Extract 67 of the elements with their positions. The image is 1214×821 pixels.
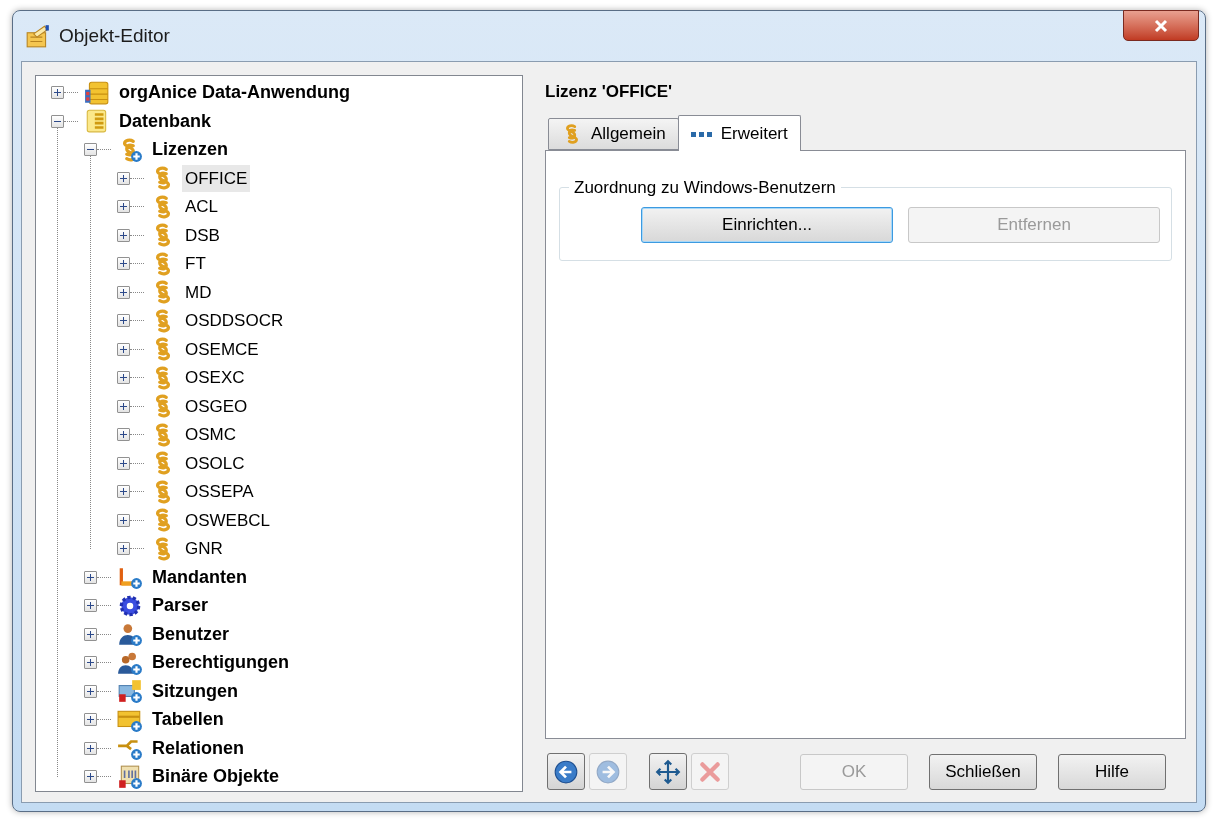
tree-item[interactable]: FT [182,250,209,278]
move-icon [655,758,681,785]
expander-icon[interactable] [117,542,130,556]
user-add-icon [117,621,143,648]
tree-item[interactable]: Sitzungen [149,676,241,706]
tree-item[interactable]: GNR [182,535,226,563]
expander-icon[interactable] [117,342,130,356]
dialog-button[interactable]: Schließen [929,753,1037,790]
close-icon [1153,18,1169,33]
tab[interactable]: Allgemein [548,118,679,150]
expander-icon[interactable] [84,627,97,641]
expander-icon[interactable] [84,143,97,157]
expander-icon[interactable] [117,228,130,242]
expander-icon[interactable] [84,656,97,670]
expander-icon[interactable] [84,713,97,727]
dots-icon [690,129,713,138]
expander-icon[interactable] [84,770,97,784]
table-list-icon [84,79,110,106]
expander-icon[interactable] [51,86,64,100]
tree-item[interactable]: OSDDSOCR [182,307,287,335]
expander-icon[interactable] [84,741,97,755]
expander-icon[interactable] [117,428,130,442]
tree-item[interactable]: orgAnice Data-Anwendung [116,78,353,108]
tree-item[interactable]: DSB [182,221,223,249]
tree-item[interactable]: MD [182,278,215,306]
toolbar-button[interactable] [547,753,585,790]
tab[interactable]: Erweitert [677,115,801,151]
expander-icon[interactable] [117,200,130,214]
tree-item[interactable]: Binäre Objekte [149,762,283,791]
tree-item[interactable]: OSGEO [182,392,251,420]
expander-icon[interactable] [51,114,64,128]
session-add-icon [117,678,143,705]
tree-item[interactable]: OSEMCE [182,335,262,363]
tree-item[interactable]: Benutzer [149,619,232,649]
tree-item[interactable]: OSMC [182,421,239,449]
expander-icon[interactable] [117,456,130,470]
dialog-button[interactable]: Hilfe [1058,753,1166,790]
tree-item[interactable]: Parser [149,591,212,621]
expander-icon[interactable] [84,570,97,584]
tree-item[interactable]: Tabellen [149,705,227,735]
close-button[interactable] [1123,10,1199,41]
expander-icon[interactable] [84,599,97,613]
expander-icon[interactable] [117,257,130,271]
tree-item[interactable]: OFFICE [182,164,251,192]
tree-item[interactable]: Datenbank [116,106,215,136]
tree-item[interactable]: OSOLC [182,449,248,477]
tree-item[interactable]: Lizenzen [149,135,231,165]
toolbar-button[interactable] [649,753,687,790]
tree-item[interactable]: OSSEPA [182,478,257,506]
tree-item[interactable]: OSWEBCL [182,506,274,534]
expander-icon[interactable] [117,371,130,385]
expander-icon[interactable] [117,285,130,299]
expander-icon[interactable] [84,684,97,698]
expander-icon[interactable] [117,513,130,527]
tree-item[interactable]: Mandanten [149,562,250,592]
detail-title: Lizenz 'OFFICE' [545,80,674,103]
expander-icon[interactable] [117,314,130,328]
tree-item[interactable]: OSEXC [182,364,248,392]
expander-icon[interactable] [117,485,130,499]
app-icon [25,22,51,49]
tree-item[interactable]: Relationen [149,733,247,763]
expander-icon[interactable] [117,171,130,185]
window-title: Objekt-Editor [59,23,170,48]
tree-item[interactable]: ACL [182,193,222,221]
tree-item[interactable]: Berechtigungen [149,648,292,678]
expander-icon[interactable] [117,399,130,413]
dialog-button[interactable]: Einrichten... [641,207,893,243]
